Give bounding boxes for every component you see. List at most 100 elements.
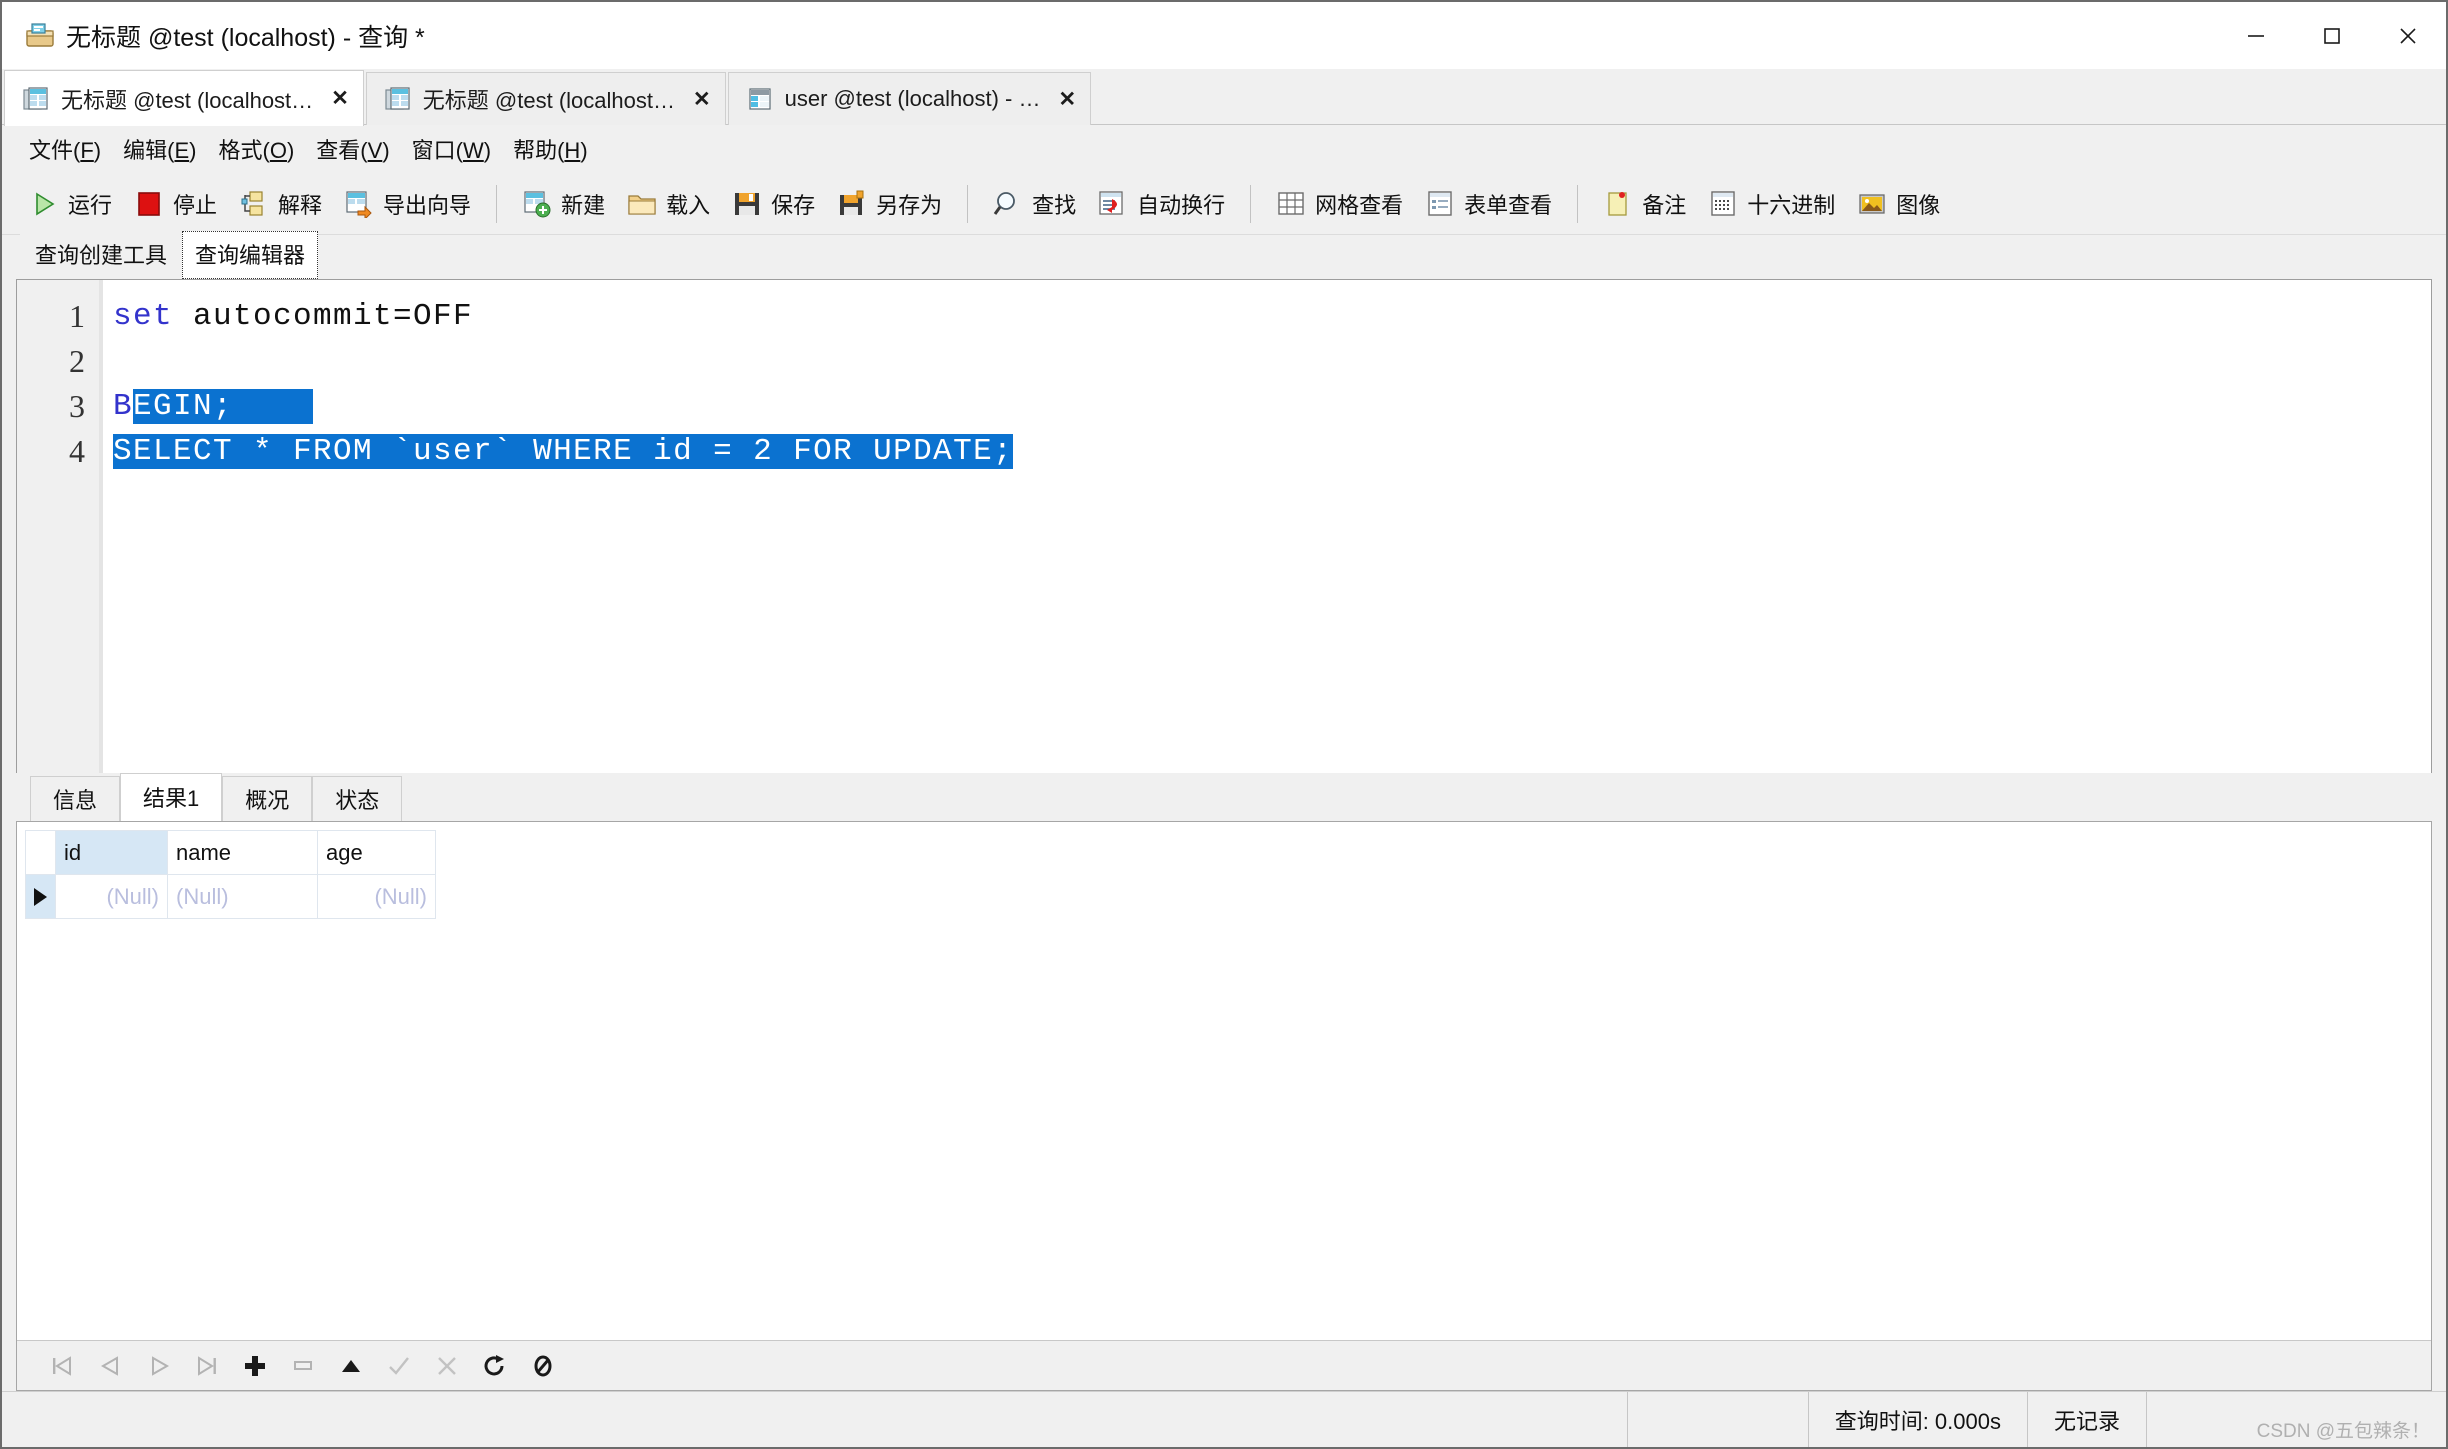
toolbar-separator (1577, 184, 1579, 223)
close-icon[interactable]: ✕ (693, 89, 711, 110)
menu-view[interactable]: 查看(V) (305, 129, 400, 169)
column-header-id[interactable]: id (55, 830, 168, 875)
watermark: CSDN @五包辣条！ (2256, 1421, 2430, 1442)
menu-help-mnemonic: H (564, 138, 581, 163)
result-grid[interactable]: id name age (Null) (Null) (Null) (25, 830, 436, 919)
status-bar: 查询时间: 0.000s 无记录 CSDN @五包辣条！ (2, 1391, 2446, 1447)
menu-format[interactable]: 格式(O) (207, 129, 305, 169)
stop-null-icon[interactable] (519, 1346, 567, 1386)
apply-up-icon[interactable] (327, 1346, 375, 1386)
column-header-age[interactable]: age (317, 830, 436, 875)
status-query-time: 查询时间: 0.000s (1807, 1392, 2027, 1447)
hex-button-label: 十六进制 (1747, 192, 1836, 218)
sql-selected-text: EGIN; (133, 389, 234, 424)
save-button[interactable]: 保存 (721, 179, 826, 229)
tab-info-label: 信息 (53, 787, 98, 813)
close-button[interactable] (2370, 2, 2446, 69)
document-tab-3[interactable]: user @test (localhost) - … ✕ (727, 72, 1092, 125)
memo-button[interactable]: 备注 (1592, 179, 1697, 229)
sql-editor[interactable]: 1 2 3 4 set autocommit=OFF BEGIN; SELECT… (16, 279, 2432, 773)
save-as-button[interactable]: 另存为 (826, 179, 953, 229)
row-marker-cell[interactable] (25, 874, 56, 919)
status-record-count: 无记录 (2026, 1392, 2146, 1447)
explain-button[interactable]: 解释 (228, 179, 333, 229)
document-tab-2[interactable]: 无标题 @test (localhost… ✕ (365, 72, 726, 125)
grid-view-button-label: 网格查看 (1315, 192, 1404, 218)
last-record-icon[interactable] (183, 1346, 231, 1386)
save-as-icon (837, 190, 867, 218)
table-row[interactable]: (Null) (Null) (Null) (25, 874, 436, 919)
document-tab-1[interactable]: 无标题 @test (localhost… ✕ (4, 70, 364, 126)
current-row-arrow-icon (34, 887, 47, 906)
table-header-row: id name age (25, 830, 436, 875)
nav icat-query-window: 无标题 @test (localhost) - 查询 * 无标题 @test (… (0, 0, 2448, 1449)
result-grid-area[interactable]: id name age (Null) (Null) (Null) (16, 821, 2432, 1391)
minimize-button[interactable] (2218, 2, 2294, 69)
cancel-x-icon[interactable] (423, 1346, 471, 1386)
stop-button[interactable]: 停止 (123, 179, 228, 229)
tab-result1[interactable]: 结果1 (120, 773, 223, 821)
word-wrap-button[interactable]: 自动换行 (1087, 179, 1236, 229)
tab-query-builder[interactable]: 查询创建工具 (20, 231, 183, 279)
menu-file-label: 文件 (29, 138, 74, 163)
tab-result1-label: 结果1 (143, 786, 200, 811)
menu-file[interactable]: 文件(F) (18, 129, 112, 169)
menu-format-label: 格式 (218, 138, 263, 163)
find-button[interactable]: 查找 (982, 179, 1087, 229)
menu-help[interactable]: 帮助(H) (502, 129, 599, 169)
save-icon (732, 190, 762, 218)
table-tab-icon (747, 87, 773, 111)
menu-edit[interactable]: 编辑(E) (112, 129, 207, 169)
next-record-icon[interactable] (135, 1346, 183, 1386)
hex-button[interactable]: 十六进制 (1697, 179, 1846, 229)
column-header-name[interactable]: name (167, 830, 318, 875)
menu-help-label: 帮助 (513, 138, 558, 163)
toolbar-separator (496, 184, 498, 223)
add-record-icon[interactable] (231, 1346, 279, 1386)
sql-text: autocommit=OFF (173, 299, 474, 334)
export-wizard-button[interactable]: 导出向导 (333, 179, 482, 229)
load-button[interactable]: 载入 (616, 179, 721, 229)
tab-status-label: 状态 (335, 787, 380, 813)
tab-profile[interactable]: 概况 (222, 776, 313, 821)
code-line-3: BEGIN; (113, 384, 2431, 429)
close-icon[interactable]: ✕ (1058, 89, 1076, 110)
explain-button-label: 解释 (278, 192, 323, 218)
new-query-icon (522, 190, 552, 218)
cell-id[interactable]: (Null) (55, 874, 168, 919)
result-tab-strip: 信息 结果1 概况 状态 (16, 773, 2432, 821)
sql-code-area[interactable]: set autocommit=OFF BEGIN; SELECT * FROM … (103, 280, 2431, 773)
grid-view-button[interactable]: 网格查看 (1265, 179, 1414, 229)
cell-age[interactable]: (Null) (317, 874, 436, 919)
first-record-icon[interactable] (39, 1346, 87, 1386)
form-view-button-label: 表单查看 (1464, 192, 1553, 218)
menu-bar: 文件(F) 编辑(E) 格式(O) 查看(V) 窗口(W) 帮助(H) (2, 125, 2446, 173)
code-line-4: SELECT * FROM `user` WHERE id = 2 FOR UP… (113, 429, 2431, 474)
image-icon (1857, 190, 1887, 218)
tab-info[interactable]: 信息 (30, 776, 121, 821)
new-query-button[interactable]: 新建 (511, 179, 616, 229)
code-line-1: set autocommit=OFF (113, 294, 2431, 339)
window-controls (2218, 2, 2446, 69)
status-left-spacer (2, 1392, 1627, 1447)
result-grid-scroll[interactable]: id name age (Null) (Null) (Null) (17, 822, 2431, 1340)
confirm-check-icon[interactable] (375, 1346, 423, 1386)
previous-record-icon[interactable] (87, 1346, 135, 1386)
toolbar-separator (1250, 184, 1252, 223)
find-button-label: 查找 (1032, 192, 1077, 218)
close-icon[interactable]: ✕ (331, 88, 349, 109)
run-button[interactable]: 运行 (18, 179, 123, 229)
form-view-button[interactable]: 表单查看 (1414, 179, 1563, 229)
image-button[interactable]: 图像 (1846, 179, 1951, 229)
menu-window[interactable]: 窗口(W) (401, 129, 502, 169)
tab-query-editor[interactable]: 查询编辑器 (182, 231, 319, 279)
document-tab-label: user @test (localhost) - … (784, 86, 1041, 111)
delete-record-icon[interactable] (279, 1346, 327, 1386)
cell-name[interactable]: (Null) (167, 874, 318, 919)
tab-status[interactable]: 状态 (312, 776, 403, 821)
line-number: 3 (69, 388, 85, 424)
title-bar: 无标题 @test (localhost) - 查询 * (2, 2, 2446, 69)
refresh-icon[interactable] (471, 1346, 519, 1386)
maximize-button[interactable] (2294, 2, 2370, 69)
main-toolbar: 运行 停止 解释 导出向导 新建 载入 保存 另存为 查找 自动换行 网格查看 … (2, 173, 2446, 235)
